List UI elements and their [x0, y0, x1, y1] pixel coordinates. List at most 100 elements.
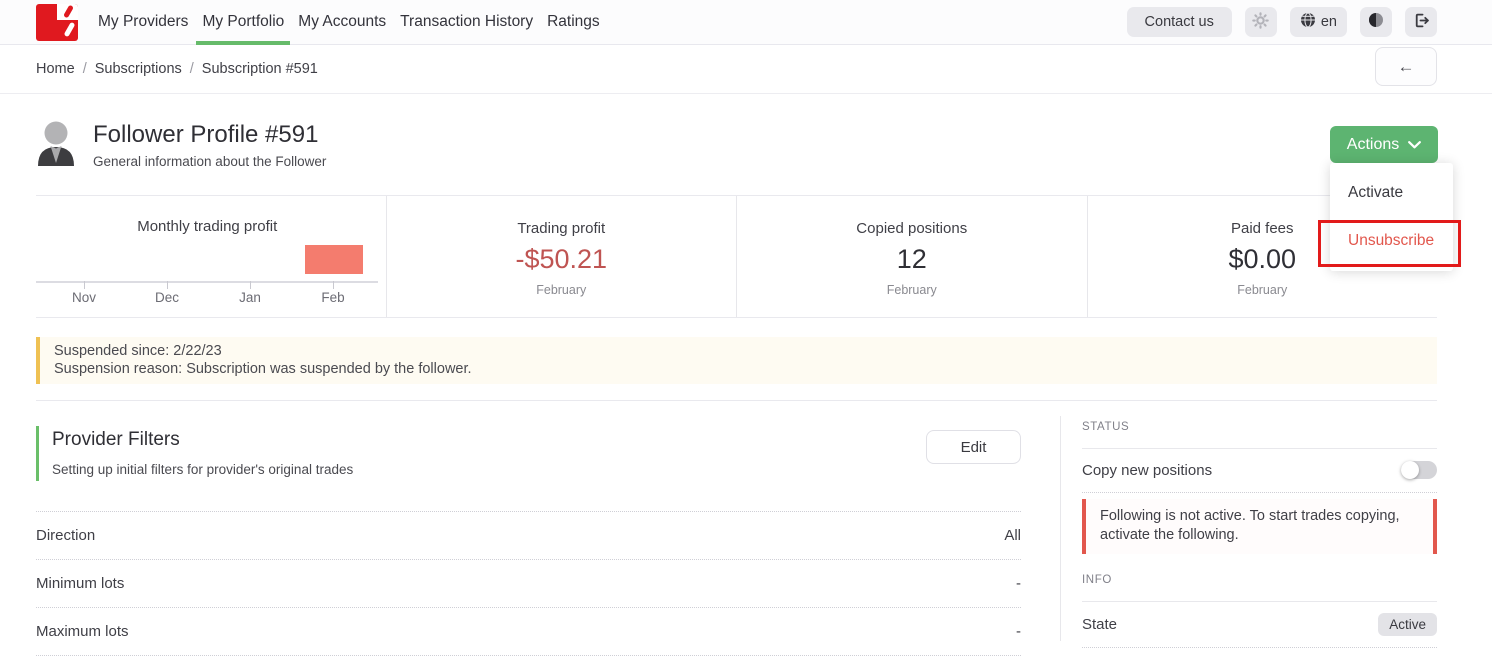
stat-value: -$50.21 [387, 244, 737, 275]
profile-header-text: Follower Profile #591 General informatio… [93, 121, 326, 169]
state-badge: Active [1378, 613, 1437, 636]
back-arrow-icon: ← [1398, 57, 1415, 77]
stat-label: Trading profit [387, 220, 737, 237]
breadcrumb-subscriptions[interactable]: Subscriptions [95, 61, 182, 77]
language-button[interactable]: en [1290, 7, 1347, 37]
breadcrumb: Home / Subscriptions / Subscription #591 [36, 61, 318, 77]
nav-item-label: My Portfolio [202, 13, 284, 31]
filter-row-maximum-lots: Maximum lots - [36, 608, 1021, 656]
profile-header-left: Follower Profile #591 General informatio… [36, 119, 326, 171]
state-row: State Active [1082, 602, 1437, 648]
chevron-down-icon [1408, 136, 1421, 154]
status-heading: STATUS [1082, 421, 1437, 433]
nav-item-label: Transaction History [400, 13, 533, 31]
chart-tick-label: Nov [52, 290, 116, 305]
chart-tick [167, 281, 168, 289]
chart-x-axis [36, 281, 378, 283]
edit-filters-button[interactable]: Edit [926, 430, 1021, 464]
filter-value: - [1016, 575, 1021, 592]
actions-dropdown-menu: Activate Unsubscribe [1330, 163, 1453, 271]
logout-button[interactable] [1405, 7, 1437, 37]
page-header: Follower Profile #591 General informatio… [0, 94, 1492, 195]
nav-item-my-providers[interactable]: My Providers [91, 0, 195, 44]
info-heading: INFO [1082, 574, 1437, 586]
chart-tick [84, 281, 85, 289]
nav-item-label: My Providers [98, 13, 188, 31]
theme-contrast-button[interactable] [1360, 7, 1392, 37]
nav-item-label: Ratings [547, 13, 600, 31]
filter-row-minimum-lots: Minimum lots - [36, 560, 1021, 608]
chart-title: Monthly trading profit [36, 218, 379, 235]
breadcrumb-current: Subscription #591 [202, 61, 318, 77]
divider [1082, 448, 1437, 449]
stat-period: February [1088, 283, 1438, 297]
stat-period: February [387, 283, 737, 297]
details-section: Provider Filters Setting up initial filt… [36, 400, 1437, 641]
provider-filters-panel: Provider Filters Setting up initial filt… [36, 401, 1021, 641]
page-title: Follower Profile #591 [93, 121, 326, 149]
filter-row-direction: Direction All [36, 512, 1021, 560]
stats-row: Monthly trading profit Nov Dec Jan Feb T… [36, 195, 1437, 318]
copy-new-positions-toggle[interactable] [1401, 461, 1437, 479]
breadcrumb-separator: / [83, 61, 87, 77]
provider-filters-subtitle: Setting up initial filters for provider'… [52, 462, 353, 477]
nav-item-transaction-history[interactable]: Transaction History [393, 0, 540, 44]
contrast-icon [1368, 12, 1384, 32]
page-subtitle: General information about the Follower [93, 154, 326, 169]
chart-tick [333, 281, 334, 289]
avatar-icon [36, 119, 76, 171]
chart-tick-label: Dec [135, 290, 199, 305]
provider-filters-header: Provider Filters Setting up initial filt… [36, 426, 1021, 481]
suspended-since-text: Suspended since: 2/22/23 [54, 343, 1437, 361]
copy-new-positions-label: Copy new positions [1082, 462, 1212, 479]
stat-trading-profit: Trading profit -$50.21 February [387, 196, 738, 317]
logo-slash-white [64, 21, 76, 36]
suspension-reason-text: Suspension reason: Subscription was susp… [54, 361, 1437, 379]
back-button[interactable]: ← [1375, 47, 1437, 86]
chart-tick [250, 281, 251, 289]
gear-icon [1252, 12, 1269, 33]
stat-value: 12 [737, 244, 1087, 275]
breadcrumb-row: Home / Subscriptions / Subscription #591… [0, 45, 1492, 94]
filter-label: Maximum lots [36, 623, 129, 640]
breadcrumb-home[interactable]: Home [36, 61, 75, 77]
chart-tick-label: Feb [301, 290, 365, 305]
filter-rows: Direction All Minimum lots - Maximum lot… [36, 511, 1021, 656]
copy-new-positions-row: Copy new positions [1082, 461, 1437, 493]
contact-us-button[interactable]: Contact us [1127, 7, 1232, 37]
breadcrumb-separator: / [190, 61, 194, 77]
chart-tick-label: Jan [218, 290, 282, 305]
menu-item-unsubscribe[interactable]: Unsubscribe [1330, 217, 1453, 265]
stat-label: Copied positions [737, 220, 1087, 237]
active-tab-underline [196, 41, 290, 45]
menu-item-activate[interactable]: Activate [1330, 169, 1453, 217]
following-inactive-alert: Following is not active. To start trades… [1082, 499, 1437, 554]
stat-period: February [737, 283, 1087, 297]
filter-label: Minimum lots [36, 575, 124, 592]
navbar-actions: Contact us en [1127, 7, 1437, 37]
settings-button[interactable] [1245, 7, 1277, 37]
toggle-knob [1401, 461, 1419, 479]
logout-icon [1413, 12, 1430, 33]
stat-copied-positions: Copied positions 12 February [737, 196, 1088, 317]
status-sidebar: STATUS Copy new positions Following is n… [1060, 416, 1437, 641]
brand-logo[interactable] [36, 4, 78, 41]
filter-value: - [1016, 623, 1021, 640]
filter-label: Direction [36, 527, 95, 544]
top-navbar: My Providers My Portfolio My Accounts Tr… [0, 0, 1492, 45]
state-label: State [1082, 616, 1117, 633]
globe-icon [1300, 12, 1316, 32]
stat-monthly-trading-profit-chart: Monthly trading profit Nov Dec Jan Feb [36, 196, 387, 317]
nav-item-my-accounts[interactable]: My Accounts [291, 0, 393, 44]
provider-filters-title: Provider Filters [52, 429, 353, 451]
actions-button[interactable]: Actions [1330, 126, 1438, 163]
language-code: en [1321, 14, 1337, 30]
nav-item-label: My Accounts [298, 13, 386, 31]
nav-links: My Providers My Portfolio My Accounts Tr… [91, 0, 607, 44]
provider-filters-titles: Provider Filters Setting up initial filt… [36, 426, 353, 481]
nav-item-my-portfolio[interactable]: My Portfolio [195, 0, 291, 44]
filter-value: All [1004, 527, 1021, 544]
actions-button-label: Actions [1347, 136, 1399, 154]
nav-item-ratings[interactable]: Ratings [540, 0, 607, 44]
chart-bar-feb [305, 245, 363, 274]
